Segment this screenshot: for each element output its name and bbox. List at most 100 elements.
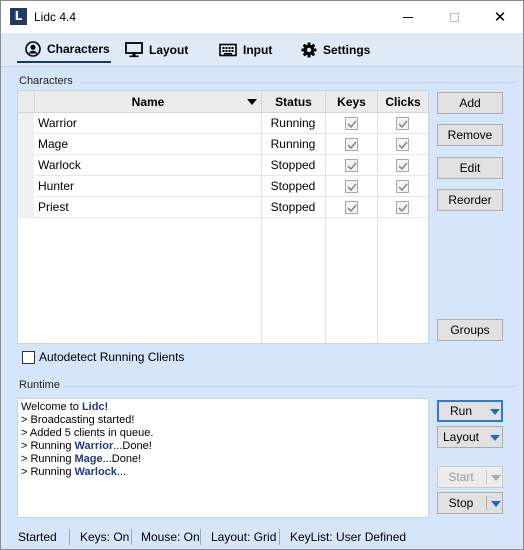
autodetect-label: Autodetect Running Clients	[39, 350, 185, 364]
row-clicks-checkbox[interactable]	[396, 201, 409, 214]
log-line: > Added 5 clients in queue.	[21, 427, 154, 439]
row-status: Running	[270, 137, 316, 151]
status-separator	[131, 529, 132, 545]
add-button[interactable]: Add	[437, 92, 503, 114]
tab-layout[interactable]: Layout	[125, 37, 188, 63]
log-line: > Running Warrior...Done!	[21, 440, 152, 452]
monitor-icon	[125, 42, 143, 58]
status-mouse: Mouse: On	[141, 530, 200, 544]
log-line: > Broadcasting started!	[21, 414, 135, 426]
row-keys-checkbox[interactable]	[345, 117, 358, 130]
autodetect-checkbox[interactable]: Autodetect Running Clients	[22, 350, 184, 364]
runtime-log[interactable]: Welcome to Lidc! > Broadcasting started!…	[17, 398, 429, 518]
log-line: > Running Warlock...	[21, 466, 127, 478]
status-keys: Keys: On	[80, 530, 130, 544]
minimize-icon	[403, 16, 413, 18]
column-header-keys[interactable]: Keys	[325, 91, 377, 113]
characters-grid[interactable]: Name Status Keys Clicks Warrior Running	[17, 90, 429, 344]
row-keys-checkbox[interactable]	[345, 138, 358, 151]
column-chooser-dropdown[interactable]	[242, 91, 262, 113]
status-keylist: KeyList: User Defined	[290, 530, 407, 544]
table-row[interactable]: Warrior Running	[18, 113, 428, 134]
app-window: L Lidc 4.4 ✕ Characters Layout Input Set…	[0, 0, 524, 550]
grid-header: Name Status Keys Clicks	[18, 91, 428, 113]
status-bar: Started Keys: On Mouse: On Layout: Grid …	[1, 525, 523, 549]
checkmark-icon	[347, 141, 357, 150]
row-selector[interactable]	[18, 113, 34, 134]
row-keys-checkbox[interactable]	[345, 180, 358, 193]
minimize-button[interactable]	[385, 1, 431, 33]
chevron-down-icon[interactable]	[490, 435, 500, 441]
row-name: Hunter	[38, 179, 75, 193]
runtime-group-label: Runtime	[19, 379, 60, 391]
split-divider	[486, 496, 487, 510]
checkmark-icon	[347, 162, 357, 171]
split-divider	[486, 470, 487, 484]
start-button-label: Start	[448, 470, 474, 484]
window-title: Lidc 4.4	[34, 10, 77, 24]
column-header-name[interactable]: Name	[34, 91, 261, 113]
tab-characters[interactable]: Characters	[17, 37, 111, 63]
row-keys-checkbox[interactable]	[345, 159, 358, 172]
layout-split-button[interactable]: Layout	[437, 426, 503, 448]
app-logo-icon: L	[10, 8, 27, 25]
table-row[interactable]: Warlock Stopped	[18, 155, 428, 176]
row-status: Stopped	[270, 158, 316, 172]
row-selector[interactable]	[18, 155, 34, 176]
log-line: Welcome to Lidc!	[21, 401, 109, 413]
table-row[interactable]: Mage Running	[18, 134, 428, 155]
close-button[interactable]: ✕	[477, 1, 523, 33]
row-selector[interactable]	[18, 197, 34, 218]
maximize-button[interactable]	[431, 1, 477, 33]
run-split-button[interactable]: Run	[437, 400, 503, 422]
row-clicks-checkbox[interactable]	[396, 180, 409, 193]
start-split-button[interactable]: Start	[437, 466, 503, 488]
status-layout: Layout: Grid	[211, 530, 277, 544]
characters-group-label: Characters	[19, 75, 73, 87]
checkmark-icon	[398, 120, 408, 129]
row-keys-checkbox[interactable]	[345, 201, 358, 214]
autodetect-checkbox-box[interactable]	[22, 350, 35, 364]
row-name: Warlock	[38, 158, 81, 172]
row-name: Warrior	[38, 116, 77, 130]
row-selector[interactable]	[18, 176, 34, 197]
stop-split-button[interactable]: Stop	[437, 492, 503, 514]
table-row[interactable]: Hunter Stopped	[18, 176, 428, 197]
layout-button-label: Layout	[442, 430, 480, 444]
row-clicks-checkbox[interactable]	[396, 138, 409, 151]
keyboard-icon	[219, 43, 237, 57]
client-area: Characters Layout Input Settings Charact…	[1, 33, 523, 549]
row-status: Running	[270, 116, 316, 130]
tab-input[interactable]: Input	[219, 37, 272, 63]
title-bar[interactable]: L Lidc 4.4 ✕	[1, 1, 523, 33]
row-clicks-checkbox[interactable]	[396, 117, 409, 130]
tab-bar: Characters Layout Input Settings	[1, 33, 523, 67]
tab-input-label: Input	[243, 43, 273, 57]
groups-button[interactable]: Groups	[437, 319, 503, 341]
checkmark-icon	[347, 183, 357, 192]
reorder-button[interactable]: Reorder	[437, 189, 503, 211]
tab-layout-label: Layout	[149, 43, 189, 57]
chevron-down-icon[interactable]	[491, 501, 501, 507]
checkmark-icon	[347, 120, 357, 129]
remove-button[interactable]: Remove	[437, 124, 503, 146]
column-header-clicks[interactable]: Clicks	[377, 91, 428, 113]
chevron-down-icon[interactable]	[490, 409, 500, 415]
edit-button[interactable]: Edit	[437, 157, 503, 179]
row-clicks-checkbox[interactable]	[396, 159, 409, 172]
tab-settings-label: Settings	[323, 43, 371, 57]
row-name: Priest	[38, 200, 69, 214]
person-circle-icon	[25, 41, 41, 57]
stop-button-label: Stop	[448, 496, 474, 510]
tab-characters-label: Characters	[47, 42, 110, 56]
column-header-status[interactable]: Status	[261, 91, 325, 113]
checkmark-icon	[398, 204, 408, 213]
tab-settings[interactable]: Settings	[301, 37, 370, 63]
row-selector[interactable]	[18, 134, 34, 155]
status-separator	[69, 529, 70, 545]
checkmark-icon	[398, 162, 408, 171]
chevron-down-icon[interactable]	[491, 475, 501, 481]
table-row[interactable]: Priest Stopped	[18, 197, 428, 218]
close-icon: ✕	[493, 8, 507, 26]
runtime-group-divider	[63, 386, 515, 387]
